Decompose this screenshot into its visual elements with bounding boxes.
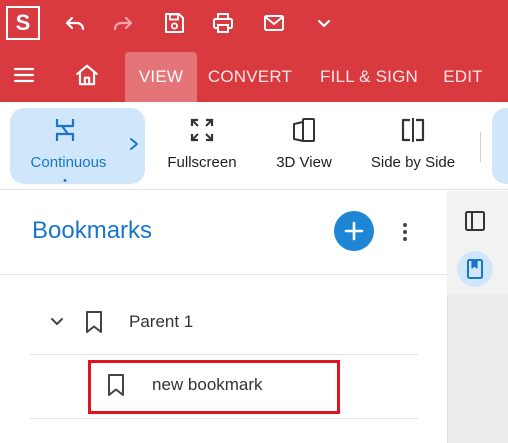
print-icon [213,13,233,33]
document-area [447,295,508,443]
continuous-button[interactable]: Continuous [10,108,145,184]
continuous-label: Continuous [30,154,107,171]
undo-button[interactable] [60,8,90,38]
3d-view-label: 3D View [276,154,332,171]
redo-button[interactable] [108,8,138,38]
ribbon-next-button-partial[interactable] [492,108,508,184]
bookmark-icon [86,311,102,333]
panel-toggle-button[interactable] [457,203,493,239]
view-ribbon: Continuous Fullscreen 3D View Side by Si… [0,102,508,190]
tab-convert[interactable]: CONVERT [203,52,297,102]
redo-icon [113,16,133,31]
menu-button[interactable] [9,60,39,90]
tab-bar: VIEW CONVERT FILL & SIGN EDIT [0,46,508,102]
chevron-down-icon [317,19,331,28]
selection-highlight-box [88,360,340,414]
bookmarks-panel-button[interactable] [457,251,493,287]
3d-view-icon [293,118,315,142]
fullscreen-button[interactable]: Fullscreen [158,108,246,184]
side-by-side-button[interactable]: Side by Side [360,108,466,184]
bookmark-book-icon [467,259,483,279]
side-by-side-label: Side by Side [370,154,456,171]
tab-edit[interactable]: EDIT [436,52,490,102]
bookmark-item-parent[interactable]: Parent 1 [30,291,418,355]
plus-icon [344,221,364,241]
fullscreen-label: Fullscreen [167,154,237,171]
title-bar: S [0,0,508,46]
tab-fill-sign[interactable]: FILL & SIGN [310,52,428,102]
panel-title: Bookmarks [32,217,153,244]
side-toolbar [447,191,508,443]
selection-dot [63,179,67,182]
ribbon-separator [480,132,481,162]
mail-icon [264,15,284,31]
home-icon [76,64,98,86]
home-button[interactable] [72,60,102,90]
print-button[interactable] [208,8,238,38]
chevron-down-icon[interactable] [46,311,68,333]
save-icon [165,13,184,33]
more-options-button[interactable] [392,215,418,249]
tab-view[interactable]: VIEW [125,52,197,102]
panel-divider [0,274,447,275]
mail-button[interactable] [259,8,289,38]
hamburger-menu-icon [13,67,35,83]
chevron-right-icon[interactable] [127,136,141,152]
sidebar-panel-icon [465,211,485,231]
more-vertical-icon [403,223,407,241]
undo-icon [65,16,85,31]
3d-view-button[interactable]: 3D View [264,108,344,184]
side-by-side-icon [401,118,425,142]
save-button[interactable] [159,8,189,38]
continuous-scroll-icon [55,119,75,141]
app-logo[interactable]: S [6,6,40,40]
bookmark-label: Parent 1 [129,312,194,331]
add-bookmark-button[interactable] [334,211,374,251]
fullscreen-icon [190,118,214,142]
more-quick-actions-button[interactable] [309,8,339,38]
